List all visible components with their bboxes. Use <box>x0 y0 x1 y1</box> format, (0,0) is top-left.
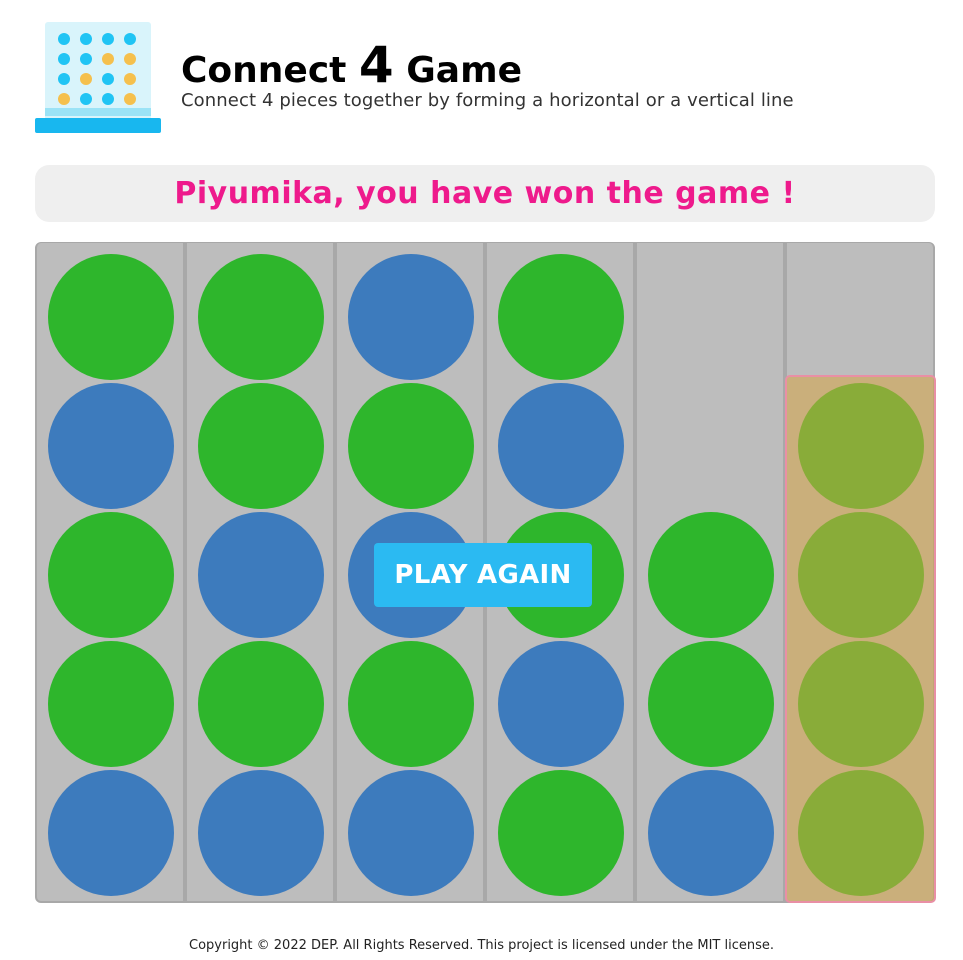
logo-dot <box>80 93 92 105</box>
logo-dot <box>124 73 136 85</box>
game-disc-green <box>198 383 324 509</box>
game-disc-blue <box>48 770 174 896</box>
logo-dot <box>102 73 114 85</box>
connect-four-grid-icon <box>35 20 161 134</box>
game-disc-green <box>798 512 924 638</box>
game-disc-blue <box>198 512 324 638</box>
game-disc-blue <box>648 770 774 896</box>
board-column[interactable] <box>35 242 185 903</box>
header: Connect 4 Game Connect 4 pieces together… <box>181 40 794 111</box>
title-suffix: Game <box>393 50 523 91</box>
game-disc-green <box>48 512 174 638</box>
game-disc-blue <box>48 383 174 509</box>
page-title: Connect 4 Game <box>181 40 794 94</box>
logo-dot <box>58 53 70 65</box>
board-column[interactable] <box>185 242 335 903</box>
logo-dot <box>58 73 70 85</box>
winner-message: Piyumika, you have won the game ! <box>174 176 796 211</box>
page-subtitle: Connect 4 pieces together by forming a h… <box>181 90 794 111</box>
game-disc-blue <box>348 770 474 896</box>
game-disc-green <box>198 641 324 767</box>
game-disc-green <box>498 770 624 896</box>
logo-dot <box>124 93 136 105</box>
logo-dot <box>102 93 114 105</box>
game-disc-green <box>348 641 474 767</box>
logo-dot <box>58 33 70 45</box>
game-disc-green <box>48 254 174 380</box>
logo-dot <box>80 53 92 65</box>
logo-dot <box>80 33 92 45</box>
game-disc-green <box>648 641 774 767</box>
status-banner: Piyumika, you have won the game ! <box>35 165 935 222</box>
game-disc-green <box>498 254 624 380</box>
game-disc-green <box>348 383 474 509</box>
title-prefix: Connect <box>181 50 359 91</box>
game-disc-green <box>798 770 924 896</box>
logo-dot <box>102 33 114 45</box>
logo-dot <box>102 53 114 65</box>
game-disc-green <box>798 641 924 767</box>
game-disc-green <box>48 641 174 767</box>
board-column[interactable] <box>635 242 785 903</box>
game-disc-green <box>198 254 324 380</box>
title-number: 4 <box>358 36 394 94</box>
board-column[interactable] <box>785 242 936 903</box>
game-disc-green <box>648 512 774 638</box>
game-disc-blue <box>198 770 324 896</box>
game-disc-blue <box>348 254 474 380</box>
game-disc-blue <box>498 641 624 767</box>
logo-dot <box>124 33 136 45</box>
logo-dot <box>124 53 136 65</box>
game-disc-green <box>798 383 924 509</box>
play-again-button[interactable]: PLAY AGAIN <box>374 543 592 607</box>
logo-dot <box>80 73 92 85</box>
footer-copyright: Copyright © 2022 DEP. All Rights Reserve… <box>189 938 774 953</box>
logo-dot <box>58 93 70 105</box>
game-disc-blue <box>498 383 624 509</box>
